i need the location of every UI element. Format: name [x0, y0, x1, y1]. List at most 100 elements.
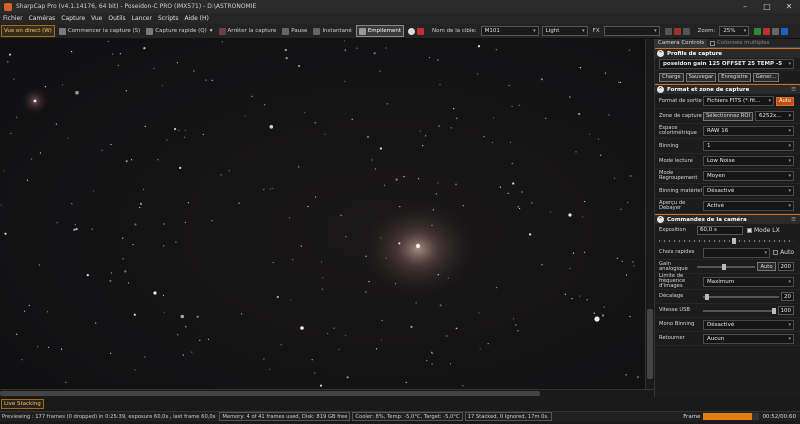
mono-binning-row: Mono Binning Désactivé	[655, 318, 800, 332]
settings-icon[interactable]	[772, 27, 780, 35]
usb-speed-slider[interactable]	[703, 307, 776, 314]
mono-binning-select[interactable]: Désactivé	[703, 319, 794, 330]
image-viewport[interactable]	[0, 39, 645, 389]
star	[180, 314, 185, 319]
menu-icon[interactable]: ☰	[791, 217, 796, 223]
gain-auto-button[interactable]: Auto	[757, 262, 776, 271]
exposure-slider[interactable]	[659, 238, 794, 244]
star	[143, 188, 145, 190]
histogram-icon[interactable]	[754, 27, 762, 35]
gain-input[interactable]: 200	[777, 262, 794, 271]
collapse-icon[interactable]: ^	[657, 216, 664, 223]
crosshair-icon[interactable]	[673, 27, 681, 35]
usb-speed-input[interactable]: 100	[777, 306, 794, 315]
offset-slider[interactable]	[703, 293, 779, 300]
manage-profile-button[interactable]: Géner...	[752, 72, 780, 82]
save-profile-button[interactable]: Sauvegar	[685, 72, 717, 82]
reticle-icon[interactable]	[682, 27, 690, 35]
exposure-auto-label: Auto	[780, 249, 794, 256]
multi-columns-checkbox[interactable]	[710, 40, 716, 46]
horizontal-scroll-thumb[interactable]	[0, 391, 540, 396]
select-roi-button[interactable]: Sélectionnez ROI	[703, 111, 753, 121]
flip-select[interactable]: Aucun	[703, 333, 794, 344]
resolution-select[interactable]: 6252x...	[754, 111, 794, 121]
live-stacking-tab[interactable]: Live Stacking	[1, 399, 44, 409]
star	[319, 384, 323, 387]
fps-limit-select[interactable]: Maximum	[703, 276, 794, 287]
pin-icon[interactable]	[781, 27, 789, 35]
grid-icon[interactable]	[664, 27, 672, 35]
quick-choice-select[interactable]	[703, 247, 771, 258]
tab-multi-columns[interactable]: Colonnes multiples	[707, 39, 772, 48]
menu-icon[interactable]: ☰	[791, 87, 796, 93]
star	[589, 133, 591, 135]
collapse-icon[interactable]: ^	[657, 50, 664, 57]
stop-capture-button[interactable]: Arrêter la capture	[217, 25, 279, 37]
alert-icon[interactable]	[763, 27, 771, 35]
start-capture-button[interactable]: Commencer la capture (S)	[57, 25, 142, 37]
exposure-auto-checkbox[interactable]	[773, 250, 779, 255]
format-output-select[interactable]: Fichiers FITS (*.fit...	[703, 96, 774, 106]
section-capture-profiles[interactable]: ^ Profils de capture	[655, 48, 800, 58]
mode-lx-checkbox[interactable]	[747, 227, 752, 233]
binning-select[interactable]: 1	[703, 141, 794, 151]
exposure-slider-knob[interactable]	[731, 238, 736, 244]
tab-camera-controls[interactable]: Camera Controls	[655, 38, 708, 48]
frame-type-select[interactable]: Light	[541, 26, 588, 36]
star	[139, 202, 143, 205]
star	[176, 62, 178, 64]
star	[292, 259, 294, 261]
menu-outils[interactable]: Outils	[108, 15, 125, 22]
fx-select[interactable]	[603, 26, 660, 36]
offset-input[interactable]: 20	[781, 292, 794, 301]
star	[618, 81, 620, 83]
colour-space-select[interactable]: RAW 16	[703, 126, 794, 136]
star	[395, 283, 397, 285]
exposure-input[interactable]: 60,0 s	[697, 225, 743, 235]
menu-scripts[interactable]: Scripts	[158, 15, 179, 22]
collapse-icon[interactable]: ^	[657, 86, 664, 93]
menu-cameras[interactable]: Caméras	[29, 15, 56, 22]
vertical-scrollbar[interactable]	[645, 39, 654, 389]
menu-fichier[interactable]: Fichier	[3, 15, 23, 22]
auto-button[interactable]: Auto	[775, 96, 794, 106]
gain-slider-knob[interactable]	[721, 263, 726, 270]
star	[333, 327, 335, 329]
vertical-scroll-thumb[interactable]	[647, 309, 653, 379]
bin-mode-select[interactable]: Moyen	[703, 171, 794, 181]
menu-capture[interactable]: Capture	[61, 15, 85, 22]
target-name-select[interactable]: M101	[480, 26, 539, 36]
live-view-button[interactable]: Vue en direct (W)	[1, 25, 55, 37]
debayer-preview-select[interactable]: Activé	[703, 201, 794, 211]
save-as-profile-button[interactable]: Enregistre	[718, 72, 751, 82]
section-camera-controls[interactable]: ^ Commandes de la caméra ☰	[655, 214, 800, 224]
debayer-preview-value: Activé	[707, 203, 725, 209]
offset-slider-knob[interactable]	[705, 293, 710, 300]
section-format-area[interactable]: ^ Format et zone de capture ☰	[655, 84, 800, 94]
hardware-binning-select[interactable]: Désactivé	[703, 186, 794, 196]
usb-speed-slider-knob[interactable]	[771, 307, 776, 314]
profile-select[interactable]: poseidon gain 125 OFFSET 25 TEMP -5	[659, 59, 794, 69]
menu-vue[interactable]: Vue	[91, 15, 102, 22]
star	[327, 332, 329, 335]
minimize-button[interactable]: –	[734, 0, 756, 13]
star	[477, 73, 479, 75]
menu-lancer[interactable]: Lancer	[132, 15, 152, 22]
gain-slider[interactable]	[697, 263, 756, 270]
horizontal-scrollbar[interactable]	[0, 389, 654, 397]
load-profile-button[interactable]: Charge	[659, 72, 684, 82]
readout-mode-select[interactable]: Low Noise	[703, 156, 794, 166]
quick-capture-button[interactable]: Capture rapide (Q) ▾	[144, 25, 214, 37]
stacking-button[interactable]: Empilement	[355, 25, 404, 37]
star	[586, 299, 588, 301]
snapshot-button[interactable]: Instantané	[311, 25, 353, 37]
exposure-auto-toggle[interactable]: Auto	[773, 249, 794, 256]
menu-aide[interactable]: Aide (H)	[185, 15, 209, 22]
maximize-button[interactable]: □	[756, 0, 778, 13]
zoom-select[interactable]: 25%	[719, 26, 750, 36]
pause-button[interactable]: Pause	[280, 25, 309, 37]
star	[39, 152, 42, 154]
close-button[interactable]: ✕	[778, 0, 800, 13]
mode-lx-toggle[interactable]: Mode LX	[747, 227, 780, 234]
usb-speed-label: Vitesse USB	[659, 307, 690, 313]
